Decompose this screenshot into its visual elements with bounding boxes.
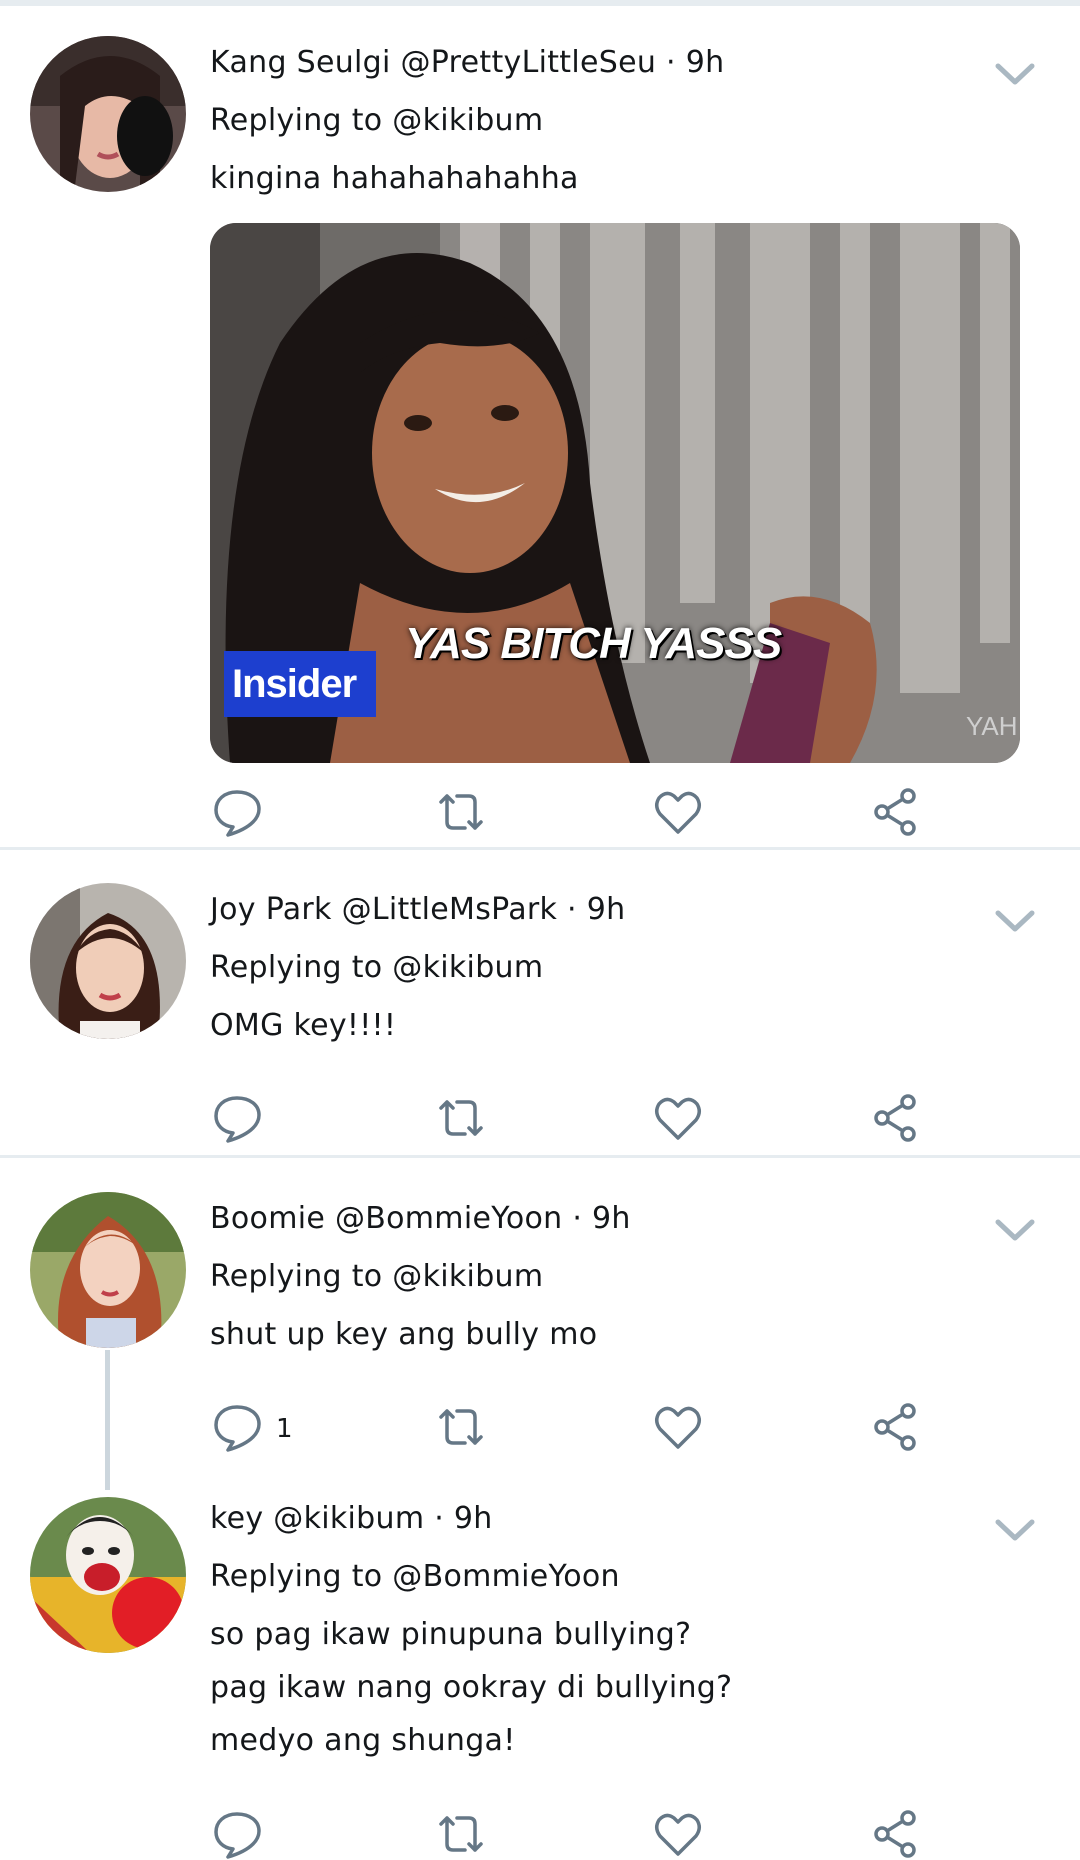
tweet-media[interactable]: Insider YAS BITCH YASSS YAH (210, 223, 1020, 763)
display-name[interactable]: Boomie (210, 1201, 325, 1236)
share-button[interactable] (870, 1092, 922, 1144)
replying-label: Replying to (210, 1559, 383, 1594)
separator: · (666, 45, 676, 80)
user-handle[interactable]: @kikibum (273, 1501, 424, 1536)
like-icon (655, 791, 701, 834)
chevron-down-icon[interactable] (990, 58, 1040, 88)
reply-mention[interactable]: @kikibum (392, 103, 543, 138)
tweet-header: Boomie @BommieYoon · 9h (210, 1199, 631, 1239)
display-name[interactable]: Kang Seulgi (210, 45, 391, 80)
reply-icon (214, 1096, 261, 1143)
retweet-icon (439, 1409, 483, 1445)
like-icon (655, 1406, 701, 1449)
retweet-button[interactable] (435, 1092, 487, 1144)
reply-button[interactable] (211, 1401, 263, 1453)
replying-to: Replying to @BommieYoon (210, 1557, 620, 1597)
share-icon (874, 1094, 916, 1142)
chevron-down-icon[interactable] (990, 905, 1040, 935)
timestamp[interactable]: 9h (454, 1501, 493, 1536)
timestamp[interactable]: 9h (587, 892, 626, 927)
tweet-2[interactable]: Joy Park @LittleMsPark · 9h Replying to … (0, 850, 1080, 1155)
tweet-1[interactable]: Kang Seulgi @PrettyLittleSeu · 9h Replyi… (0, 0, 1080, 850)
replying-label: Replying to (210, 103, 383, 138)
tweet-header: Kang Seulgi @PrettyLittleSeu · 9h (210, 43, 724, 83)
tweet-4[interactable]: key @kikibum · 9h Replying to @BommieYoo… (0, 1490, 1080, 1859)
like-button[interactable] (652, 1092, 704, 1144)
replying-label: Replying to (210, 950, 383, 985)
avatar[interactable] (30, 1192, 186, 1348)
avatar[interactable] (30, 883, 186, 1039)
retweet-icon (439, 1816, 483, 1852)
separator: · (567, 892, 577, 927)
reply-icon (214, 1812, 261, 1859)
like-button[interactable] (652, 1401, 704, 1453)
separator: · (434, 1501, 445, 1536)
separator: · (572, 1201, 583, 1236)
share-button[interactable] (870, 1808, 922, 1860)
reply-mention[interactable]: @kikibum (392, 1259, 543, 1294)
share-icon (874, 1810, 916, 1858)
retweet-button[interactable] (435, 786, 487, 838)
retweet-icon (439, 794, 483, 830)
media-watermark: YAH (966, 711, 1018, 741)
display-name[interactable]: Joy Park (210, 892, 332, 927)
reply-icon (214, 1405, 261, 1452)
tweet-text: kingina hahahahahahha (210, 161, 579, 196)
tweet-3[interactable]: Boomie @BommieYoon · 9h Replying to @kik… (0, 1158, 1080, 1488)
share-button[interactable] (870, 786, 922, 838)
tweet-header: key @kikibum · 9h (210, 1499, 493, 1539)
reply-button[interactable] (211, 1808, 263, 1860)
like-icon (655, 1813, 701, 1856)
timestamp[interactable]: 9h (686, 45, 725, 80)
reply-button[interactable] (211, 1092, 263, 1144)
tweet-text: OMG key!!!! (210, 1008, 397, 1043)
display-name[interactable]: key (210, 1501, 263, 1536)
chevron-down-icon[interactable] (990, 1214, 1040, 1244)
timestamp[interactable]: 9h (592, 1201, 631, 1236)
replying-to: Replying to @kikibum (210, 1257, 543, 1297)
user-handle[interactable]: @PrettyLittleSeu (401, 45, 657, 80)
reply-mention[interactable]: @kikibum (392, 950, 543, 985)
replying-label: Replying to (210, 1259, 383, 1294)
media-caption: YAS BITCH YASSS (405, 619, 782, 668)
reply-mention[interactable]: @BommieYoon (392, 1559, 620, 1594)
reply-count: 1 (276, 1414, 293, 1444)
retweet-button[interactable] (435, 1808, 487, 1860)
replying-to: Replying to @kikibum (210, 948, 543, 988)
tweet-text-line-1: so pag ikaw pinupuna bullying? (210, 1617, 692, 1652)
share-icon (874, 1403, 916, 1451)
chevron-down-icon[interactable] (990, 1514, 1040, 1544)
avatar[interactable] (30, 36, 186, 192)
reply-button[interactable] (211, 786, 263, 838)
user-handle[interactable]: @BommieYoon (335, 1201, 563, 1236)
reply-icon (214, 790, 261, 837)
tweet-text-line-3: medyo ang shunga! (210, 1723, 516, 1758)
share-button[interactable] (870, 1401, 922, 1453)
avatar[interactable] (30, 1497, 186, 1653)
tweet-text-line-2: pag ikaw nang ookray di bullying? (210, 1670, 733, 1705)
like-icon (655, 1097, 701, 1140)
like-button[interactable] (652, 786, 704, 838)
retweet-button[interactable] (435, 1401, 487, 1453)
user-handle[interactable]: @LittleMsPark (342, 892, 558, 927)
share-icon (874, 788, 916, 836)
retweet-icon (439, 1100, 483, 1136)
tweet-text: shut up key ang bully mo (210, 1317, 598, 1352)
like-button[interactable] (652, 1808, 704, 1860)
replying-to: Replying to @kikibum (210, 101, 543, 141)
tweet-header: Joy Park @LittleMsPark · 9h (210, 890, 625, 930)
media-badge-logo: Insider (224, 651, 376, 717)
